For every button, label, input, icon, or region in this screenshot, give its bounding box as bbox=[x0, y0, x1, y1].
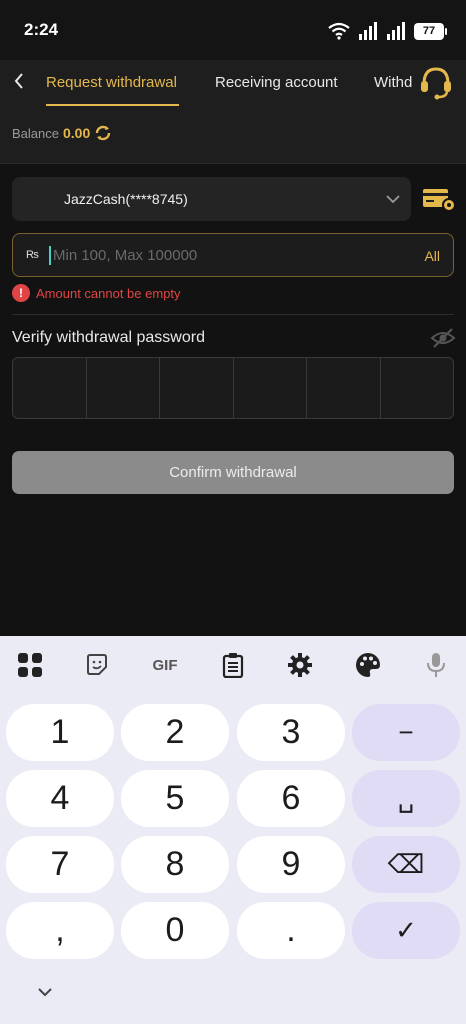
status-time: 2:24 bbox=[24, 20, 59, 39]
account-select[interactable]: JazzCash(****8745) bbox=[12, 177, 411, 221]
password-digit-box[interactable] bbox=[381, 358, 454, 418]
sticker-icon[interactable] bbox=[82, 650, 112, 680]
all-amount-button[interactable]: All bbox=[424, 248, 440, 264]
mic-icon[interactable] bbox=[421, 650, 451, 680]
balance-row: Balance 0.00 bbox=[12, 124, 112, 142]
confirm-withdrawal-button[interactable]: Confirm withdrawal bbox=[12, 451, 454, 494]
wifi-icon bbox=[328, 22, 350, 40]
page-header: Request withdrawal Receiving account Wit… bbox=[0, 60, 466, 164]
divider bbox=[12, 314, 454, 315]
chevron-down-icon bbox=[386, 195, 400, 204]
key-5[interactable]: 5 bbox=[121, 770, 229, 827]
key-minus[interactable]: − bbox=[352, 704, 460, 761]
password-input[interactable] bbox=[12, 357, 454, 419]
battery-icon: 77 bbox=[414, 22, 447, 40]
apps-icon[interactable] bbox=[15, 650, 45, 680]
currency-symbol: ₨ bbox=[26, 249, 39, 261]
tab-receiving-account[interactable]: Receiving account bbox=[215, 74, 338, 91]
clipboard-icon[interactable] bbox=[218, 650, 248, 680]
text-cursor bbox=[49, 246, 51, 265]
key-8[interactable]: 8 bbox=[121, 836, 229, 893]
password-label: Verify withdrawal password bbox=[12, 329, 205, 346]
password-digit-box[interactable] bbox=[87, 358, 160, 418]
error-icon: ! bbox=[12, 284, 30, 302]
key-period[interactable]: . bbox=[237, 902, 345, 959]
key-space[interactable]: ␣ bbox=[352, 770, 460, 827]
key-6[interactable]: 6 bbox=[237, 770, 345, 827]
customer-support-icon[interactable] bbox=[416, 62, 456, 102]
key-2[interactable]: 2 bbox=[121, 704, 229, 761]
signal-icon-2 bbox=[387, 22, 405, 40]
signal-icon bbox=[359, 22, 377, 40]
card-settings-icon[interactable] bbox=[422, 186, 456, 212]
key-done[interactable]: ✓ bbox=[352, 902, 460, 959]
balance-value: 0.00 bbox=[62, 125, 91, 141]
refresh-icon[interactable] bbox=[94, 124, 112, 142]
tab-withdrawal-history[interactable]: Withd bbox=[374, 74, 412, 91]
keyboard-toolbar: GIF bbox=[0, 636, 466, 696]
key-1[interactable]: 1 bbox=[6, 704, 114, 761]
error-text: Amount cannot be empty bbox=[36, 285, 181, 301]
tab-bar: Request withdrawal Receiving account Wit… bbox=[0, 60, 420, 110]
amount-input[interactable]: ₨ Min 100, Max 100000 All bbox=[12, 233, 454, 277]
tab-request-withdrawal[interactable]: Request withdrawal bbox=[46, 74, 177, 91]
key-7[interactable]: 7 bbox=[6, 836, 114, 893]
hide-keyboard-icon[interactable] bbox=[35, 982, 55, 1002]
hide-password-icon[interactable] bbox=[430, 327, 456, 349]
key-9[interactable]: 9 bbox=[237, 836, 345, 893]
active-tab-indicator bbox=[46, 104, 179, 106]
gif-button[interactable]: GIF bbox=[148, 650, 182, 680]
key-comma[interactable]: , bbox=[6, 902, 114, 959]
key-0[interactable]: 0 bbox=[121, 902, 229, 959]
amount-error-message: ! Amount cannot be empty bbox=[12, 284, 181, 302]
status-icons: 77 bbox=[328, 20, 447, 42]
balance-label: Balance bbox=[12, 125, 59, 141]
account-select-value: JazzCash(****8745) bbox=[64, 191, 188, 207]
settings-icon[interactable] bbox=[285, 650, 315, 680]
password-digit-box[interactable] bbox=[160, 358, 234, 418]
key-backspace[interactable]: ⌫ bbox=[352, 836, 460, 893]
password-digit-box[interactable] bbox=[13, 358, 87, 418]
numeric-keyboard: GIF 1 2 3 − 4 5 6 ␣ 7 8 9 ⌫ , 0 . ✓ bbox=[0, 636, 466, 1024]
password-digit-box[interactable] bbox=[307, 358, 381, 418]
amount-placeholder: Min 100, Max 100000 bbox=[53, 247, 198, 264]
key-3[interactable]: 3 bbox=[237, 704, 345, 761]
password-digit-box[interactable] bbox=[234, 358, 307, 418]
key-4[interactable]: 4 bbox=[6, 770, 114, 827]
status-bar: 2:24 77 bbox=[0, 0, 466, 60]
palette-icon[interactable] bbox=[353, 650, 383, 680]
